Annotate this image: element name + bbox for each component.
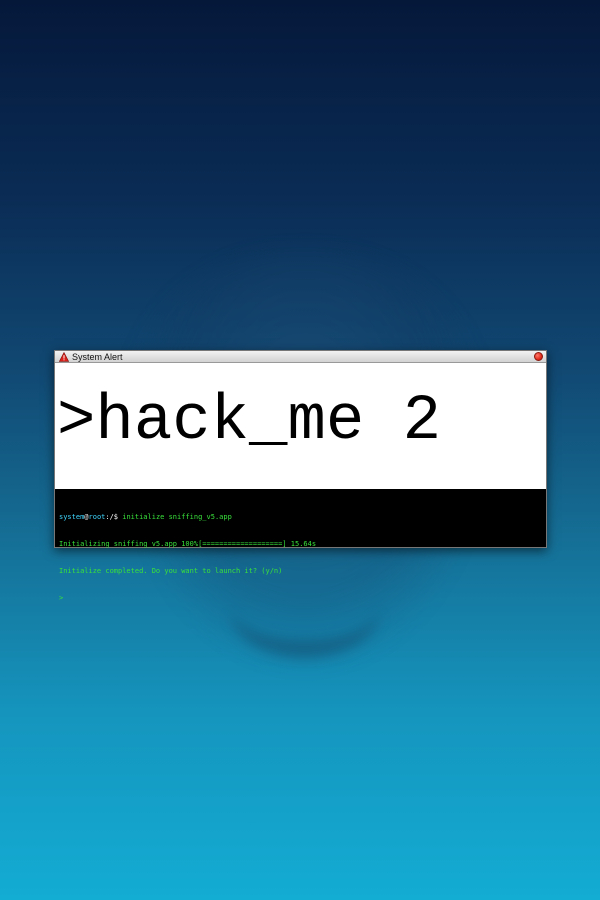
- banner-text: >hack_me 2: [57, 386, 442, 458]
- close-button[interactable]: [534, 352, 543, 361]
- window-titlebar[interactable]: System Alert: [55, 351, 546, 363]
- system-alert-window: System Alert >hack_me 2 system@root:/$ i…: [54, 350, 547, 602]
- prompt-path: :/$: [105, 513, 123, 521]
- window-title: System Alert: [72, 351, 123, 362]
- terminal-line-command: system@root:/$ initialize sniffing_v5.ap…: [59, 513, 542, 522]
- terminal-input-prompt[interactable]: >: [59, 594, 542, 603]
- terminal-line-question: Initialize completed. Do you want to lau…: [59, 567, 283, 575]
- prompt-host: root: [88, 513, 106, 521]
- title-banner: >hack_me 2: [55, 363, 546, 489]
- terminal-command: initialize sniffing_v5.app: [122, 513, 232, 521]
- prompt-user: system: [59, 513, 85, 521]
- warning-icon: [59, 351, 69, 362]
- terminal-output[interactable]: system@root:/$ initialize sniffing_v5.ap…: [55, 489, 546, 627]
- terminal-line-progress: Initializing sniffing_v5.app 100%[======…: [59, 540, 317, 548]
